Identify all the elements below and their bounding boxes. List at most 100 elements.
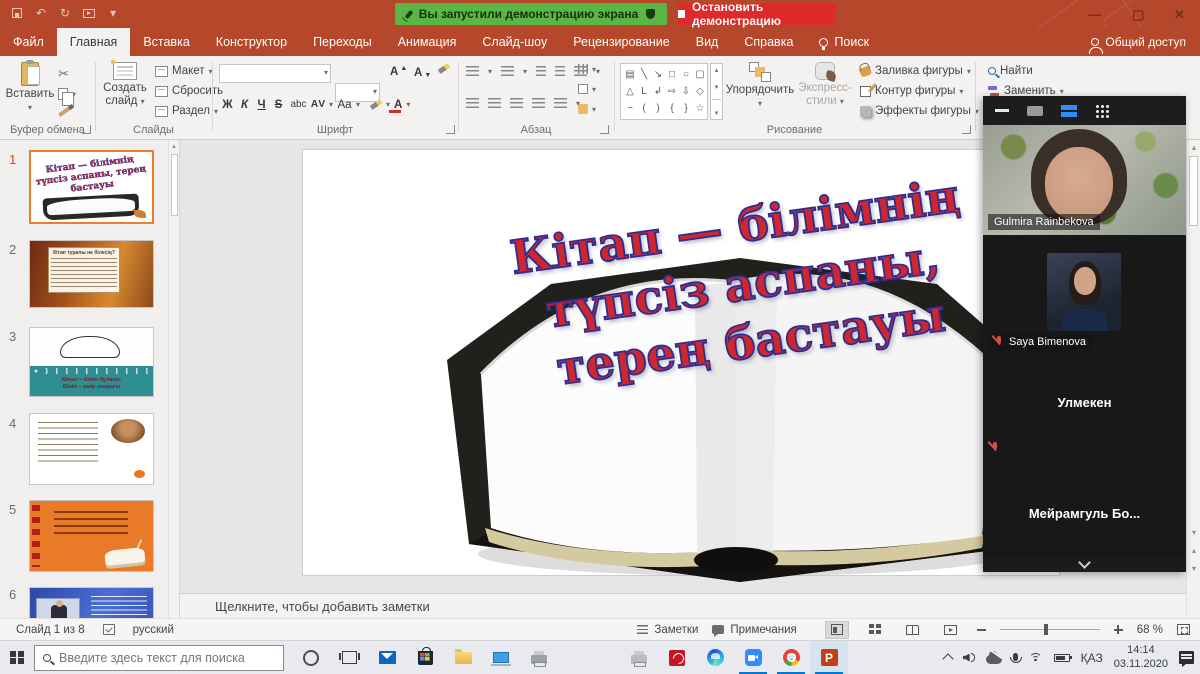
- shape-arrow-icon[interactable]: ↘: [654, 69, 662, 80]
- tab-design[interactable]: Конструктор: [203, 28, 300, 56]
- minimize-panel-icon[interactable]: [995, 109, 1009, 112]
- previous-slide-icon[interactable]: ▴: [1187, 546, 1200, 555]
- tab-home[interactable]: Главная: [57, 28, 131, 56]
- start-button[interactable]: [0, 641, 34, 674]
- speaker-view-icon[interactable]: [1027, 106, 1043, 116]
- shape-brace-left-icon[interactable]: {: [670, 103, 673, 114]
- decrease-indent-button[interactable]: [536, 66, 546, 76]
- increase-font-button[interactable]: A▲: [390, 66, 407, 78]
- section-button[interactable]: Раздел▾: [155, 105, 218, 117]
- shape-brace-right-icon[interactable]: }: [684, 103, 687, 114]
- shape-fill-button[interactable]: Заливка фигуры▾: [860, 65, 971, 77]
- wifi-icon[interactable]: [1029, 653, 1043, 663]
- redo-icon[interactable]: ↻: [58, 6, 72, 20]
- clear-formatting-button[interactable]: [438, 66, 450, 71]
- scroll-up-icon[interactable]: ▴: [1187, 143, 1200, 152]
- font-color-button[interactable]: А: [394, 99, 402, 111]
- tab-search[interactable]: Поиск: [806, 28, 882, 56]
- find-button[interactable]: Найти: [988, 65, 1033, 77]
- chrome-app-button[interactable]: [772, 641, 810, 674]
- action-center-button[interactable]: [1179, 651, 1194, 664]
- cut-button[interactable]: ✂: [58, 66, 69, 82]
- columns-button[interactable]: [554, 98, 567, 108]
- scroll-down-icon[interactable]: ▾: [1187, 528, 1200, 537]
- justify-button[interactable]: [532, 98, 545, 108]
- task-view-button[interactable]: [330, 641, 368, 674]
- edge-app-button[interactable]: [696, 641, 734, 674]
- slide-thumbnail-4[interactable]: [29, 413, 154, 485]
- shapes-gallery-scrollbar[interactable]: ▴▾▾: [710, 63, 723, 120]
- zoom-percentage[interactable]: 68 %: [1137, 624, 1163, 636]
- notes-pane[interactable]: Щелкните, чтобы добавить заметки: [180, 593, 1186, 618]
- spellcheck-icon[interactable]: [103, 624, 115, 635]
- quick-styles-button[interactable]: Экспресс-стили ▾: [796, 62, 854, 108]
- clipboard-dialog-launcher[interactable]: [82, 125, 91, 134]
- align-left-button[interactable]: [466, 98, 479, 108]
- notes-toggle-button[interactable]: Заметки: [637, 624, 698, 636]
- highlight-color-button[interactable]: [370, 99, 383, 110]
- underline-button[interactable]: Ч: [253, 99, 270, 111]
- zoom-slider[interactable]: [1000, 629, 1100, 631]
- shape-elbow-icon[interactable]: L: [641, 86, 647, 97]
- tab-review[interactable]: Рецензирование: [560, 28, 683, 56]
- microphone-tray-icon[interactable]: [1013, 653, 1018, 661]
- comments-toggle-button[interactable]: Примечания: [712, 624, 796, 636]
- tab-transitions[interactable]: Переходы: [300, 28, 385, 56]
- shape-triangle-icon[interactable]: △: [626, 86, 634, 97]
- more-participants-button[interactable]: [983, 558, 1186, 572]
- slide-sorter-view-button[interactable]: [863, 621, 887, 639]
- customize-quick-access-icon[interactable]: ▾: [106, 6, 120, 20]
- zoom-out-button[interactable]: [977, 629, 986, 631]
- text-shadow-button[interactable]: abc: [290, 99, 307, 110]
- bullets-button[interactable]: [466, 66, 479, 76]
- shape-effects-button[interactable]: Эффекты фигуры▾: [860, 105, 979, 117]
- slide-thumbnail-2[interactable]: Кітап туралы не білесің?: [29, 240, 154, 308]
- shape-star-icon[interactable]: ☆: [696, 103, 705, 114]
- fit-slide-button[interactable]: [1177, 624, 1190, 635]
- decrease-font-button[interactable]: A▼: [414, 66, 431, 79]
- normal-view-button[interactable]: [825, 621, 849, 639]
- character-spacing-button[interactable]: AV: [310, 99, 327, 110]
- zoom-slider-thumb[interactable]: [1044, 624, 1048, 635]
- search-input[interactable]: [59, 651, 259, 665]
- participant-video-2[interactable]: Saya Bimenova: [983, 235, 1186, 355]
- font-dialog-launcher[interactable]: [446, 125, 455, 134]
- align-center-button[interactable]: [488, 98, 501, 108]
- arrange-button[interactable]: Упорядочить ▾: [727, 62, 793, 108]
- shape-down-arrow-icon[interactable]: ⇩: [682, 86, 690, 97]
- italic-button[interactable]: К: [236, 99, 253, 111]
- restore-window-icon[interactable]: ▢: [1132, 7, 1144, 23]
- increase-indent-button[interactable]: [555, 66, 565, 76]
- shape-oval-icon[interactable]: ○: [683, 69, 689, 80]
- shape-outline-button[interactable]: Контур фигуры▾: [860, 85, 963, 97]
- save-icon[interactable]: [10, 6, 24, 20]
- shapes-gallery[interactable]: ▤ ╲ ↘ □ ○ ▢ △ L ↲ ⇨ ⇩ ◇ ~ ( ) { } ☆: [620, 63, 708, 120]
- tab-help[interactable]: Справка: [731, 28, 806, 56]
- zoom-in-button[interactable]: [1114, 625, 1123, 634]
- shape-right-arrow-icon[interactable]: ⇨: [668, 86, 676, 97]
- convert-smartart-button[interactable]: ▾: [578, 104, 596, 114]
- fax-app-button[interactable]: [620, 641, 658, 674]
- battery-icon[interactable]: [1054, 654, 1070, 662]
- text-direction-button[interactable]: ▾: [578, 64, 596, 74]
- drawing-dialog-launcher[interactable]: [962, 125, 971, 134]
- gallery-view-icon[interactable]: [1061, 105, 1077, 117]
- next-slide-icon[interactable]: ▾: [1187, 564, 1200, 573]
- clock[interactable]: 14:14 03.11.2020: [1114, 644, 1168, 672]
- strikethrough-button[interactable]: S: [270, 99, 287, 111]
- slide-thumbnail-3[interactable]: Кітап – білім бұлағы,Білім – өмір шырағы: [29, 327, 154, 397]
- language-indicator[interactable]: русский: [133, 624, 174, 636]
- close-window-icon[interactable]: ✕: [1174, 7, 1185, 23]
- shape-curve-icon[interactable]: ): [656, 103, 659, 114]
- minimize-window-icon[interactable]: —: [1088, 7, 1101, 22]
- participant-video-4[interactable]: Мейрамгуль Бо...: [983, 462, 1186, 558]
- grid-view-icon[interactable]: [1095, 104, 1109, 118]
- paste-button[interactable]: Вставить ▾: [8, 62, 52, 112]
- onedrive-offline-icon[interactable]: [986, 655, 1002, 664]
- tab-insert[interactable]: Вставка: [130, 28, 202, 56]
- align-right-button[interactable]: [510, 98, 523, 108]
- mail-app-button[interactable]: [368, 641, 406, 674]
- thumbnails-scrollbar[interactable]: ▴: [168, 140, 179, 618]
- scrollbar-thumb[interactable]: [1189, 156, 1198, 226]
- slide-canvas[interactable]: Кітап — білімнің түпсіз аспаны, терең ба…: [302, 149, 1060, 576]
